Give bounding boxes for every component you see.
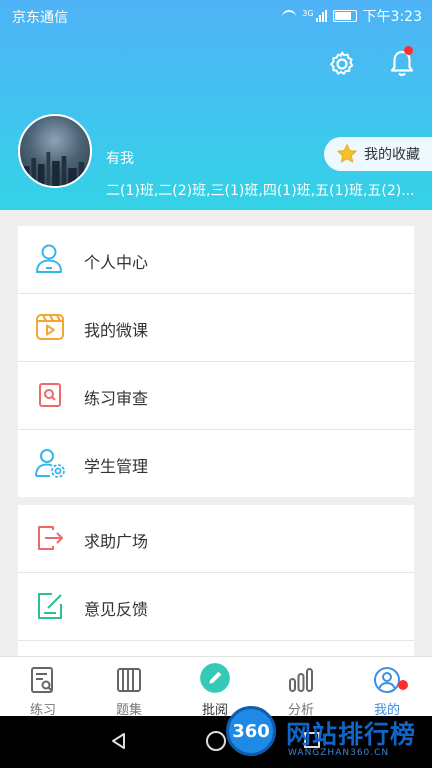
menu-item-student-management[interactable]: 学生管理 xyxy=(18,430,414,497)
watermark-title: 网站排行榜 xyxy=(286,720,417,749)
menu-item-label: 我的微课 xyxy=(84,321,149,340)
favorites-button[interactable]: 我的收藏 xyxy=(324,137,432,171)
notification-badge xyxy=(404,46,413,55)
star-icon xyxy=(337,144,357,163)
menu-item-label: 个人中心 xyxy=(84,253,149,272)
favorites-label: 我的收藏 xyxy=(364,147,420,163)
menu-item-feedback[interactable]: 意见反馈 xyxy=(18,573,414,641)
menu-item-label: 学生管理 xyxy=(84,457,149,476)
practice-icon xyxy=(31,667,53,693)
home-icon[interactable] xyxy=(206,731,226,751)
back-icon[interactable] xyxy=(110,732,128,750)
pencil-icon xyxy=(200,663,230,693)
tab-analysis[interactable]: 分析 xyxy=(258,657,344,718)
signal-icon xyxy=(315,10,327,22)
profile-header: 京东通信 3G 下午3:23 有我 二(1)班,二(2)班,三(1)班,四(1)… xyxy=(0,0,432,210)
feedback-edit-icon xyxy=(38,593,62,619)
person-icon xyxy=(36,244,62,273)
tab-practice[interactable]: 练习 xyxy=(0,657,86,718)
profile-icon xyxy=(374,667,400,693)
menu-item-label: 意见反馈 xyxy=(84,600,149,619)
menu-item-partial[interactable] xyxy=(18,641,414,656)
question-set-icon xyxy=(117,668,141,692)
video-icon xyxy=(36,314,64,340)
status-bar: 京东通信 3G 下午3:23 xyxy=(0,0,432,30)
carrier-name: 京东通信 xyxy=(12,10,68,26)
bottom-tab-bar: 练习 题集 批阅 分析 我的 xyxy=(0,656,432,718)
class-list: 二(1)班,二(2)班,三(1)班,四(1)班,五(1)班,五(2)... xyxy=(106,183,415,199)
exit-icon xyxy=(38,526,63,550)
username: 有我 xyxy=(106,151,134,167)
network-type: 3G xyxy=(302,8,314,18)
menu-item-label: 练习审查 xyxy=(84,389,149,408)
status-icons: 3G 下午3:23 xyxy=(282,6,422,26)
tab-question-set[interactable]: 题集 xyxy=(86,657,172,718)
menu-item-practice-review[interactable]: 练习审查 xyxy=(18,362,414,430)
watermark-badge: 360 xyxy=(226,706,276,756)
settings-icon[interactable] xyxy=(328,50,356,78)
wifi-icon xyxy=(282,10,297,22)
menu-item-label: 求助广场 xyxy=(84,532,149,551)
tab-badge xyxy=(398,680,408,690)
analysis-icon xyxy=(289,668,313,692)
tab-mine[interactable]: 我的 xyxy=(344,657,430,718)
menu-item-help-plaza[interactable]: 求助广场 xyxy=(18,505,414,573)
menu-card-secondary: 求助广场 意见反馈 xyxy=(18,505,414,656)
search-document-icon xyxy=(39,383,61,407)
menu-item-personal-center[interactable]: 个人中心 xyxy=(18,226,414,294)
menu-item-my-microcourse[interactable]: 我的微课 xyxy=(18,294,414,362)
battery-icon xyxy=(332,10,357,22)
menu-card-primary: 个人中心 我的微课 练习审查 学生管理 xyxy=(18,226,414,497)
watermark-subtitle: WANGZHAN360.CN xyxy=(288,748,390,758)
avatar[interactable] xyxy=(18,114,92,188)
status-time: 下午3:23 xyxy=(362,9,422,25)
person-settings-icon xyxy=(35,449,65,478)
